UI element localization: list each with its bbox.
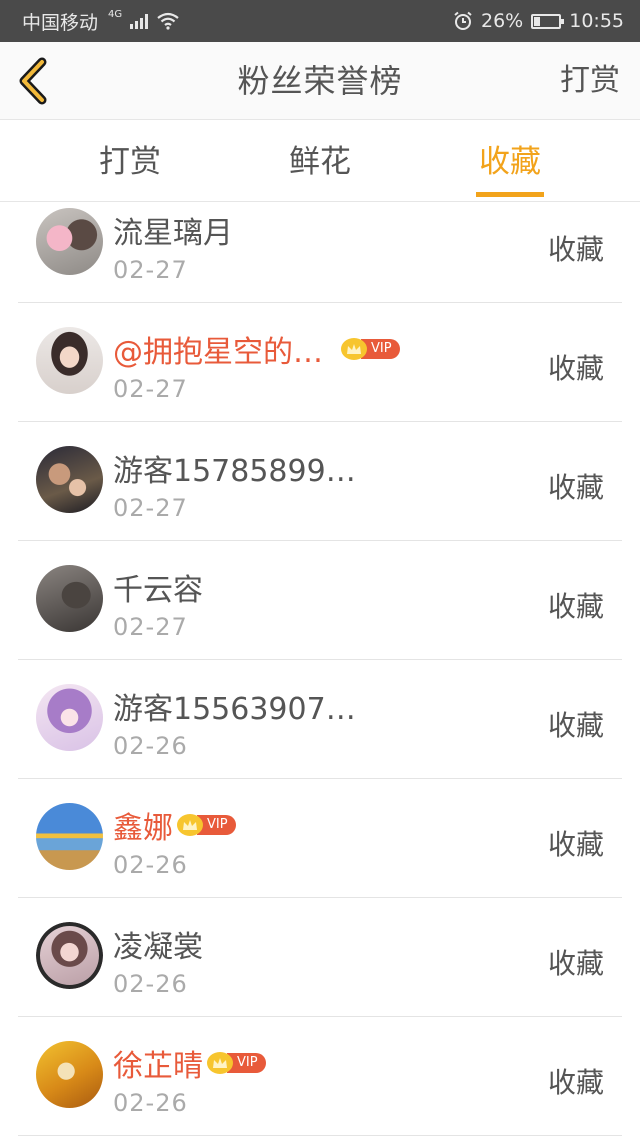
page-title: 粉丝荣誉榜 — [237, 62, 403, 100]
user-name-row: 徐芷晴 VIP — [113, 1041, 266, 1085]
user-name: 鑫娜 — [113, 811, 173, 846]
wifi-icon — [157, 12, 179, 30]
battery-icon — [531, 13, 565, 29]
date: 02-26 — [113, 1089, 188, 1117]
date: 02-27 — [113, 613, 188, 641]
battery-percent: 26% — [481, 10, 524, 32]
gift-type: 收藏 — [547, 1066, 604, 1099]
gift-type: 收藏 — [547, 233, 604, 266]
avatar[interactable] — [36, 446, 103, 513]
user-name-row: @拥抱星空的… VIP — [113, 327, 400, 371]
crown-icon — [341, 338, 367, 360]
user-name: 徐芷晴 — [113, 1049, 203, 1084]
list-item[interactable]: 游客15785899… 02-27 收藏 — [0, 422, 640, 541]
user-name: @拥抱星空的… — [113, 335, 323, 370]
vip-badge: VIP — [177, 814, 236, 836]
avatar[interactable] — [36, 803, 103, 870]
list-item[interactable]: 徐芷晴 VIP 02-26 收藏 — [0, 1017, 640, 1136]
status-bar: 中国移动 4G 26% 10:55 — [0, 0, 640, 42]
date: 02-27 — [113, 256, 188, 284]
user-name: 流星璃月 — [113, 216, 233, 251]
user-name: 游客15563907… — [113, 692, 356, 727]
user-name: 凌凝裳 — [113, 930, 203, 965]
gift-type: 收藏 — [547, 947, 604, 980]
date: 02-27 — [113, 375, 188, 403]
avatar[interactable] — [36, 208, 103, 275]
user-name: 游客15785899… — [113, 454, 356, 489]
avatar[interactable] — [36, 684, 103, 751]
signal-icon — [130, 13, 149, 29]
avatar[interactable] — [36, 922, 103, 989]
crown-icon — [207, 1052, 233, 1074]
reward-button[interactable]: 打赏 — [560, 42, 620, 120]
gift-type: 收藏 — [547, 828, 604, 861]
status-left: 中国移动 4G — [22, 8, 180, 35]
gift-type: 收藏 — [547, 709, 604, 742]
vip-badge: VIP — [341, 338, 400, 360]
divider — [18, 1135, 622, 1136]
gift-type: 收藏 — [547, 590, 604, 623]
list-item[interactable]: 鑫娜 VIP 02-26 收藏 — [0, 779, 640, 898]
date: 02-27 — [113, 494, 188, 522]
status-right: 26% 10:55 — [453, 10, 624, 32]
alarm-icon — [454, 11, 472, 30]
date: 02-26 — [113, 851, 188, 879]
user-name: 千云容 — [113, 573, 203, 608]
title-bar: 粉丝荣誉榜 打赏 — [0, 42, 640, 120]
clock: 10:55 — [569, 10, 624, 32]
carrier-name: 中国移动 — [22, 11, 99, 34]
avatar[interactable] — [36, 1041, 103, 1108]
network-type: 4G — [108, 8, 123, 20]
gift-type: 收藏 — [547, 352, 604, 385]
list-item[interactable]: 千云容 02-27 收藏 — [0, 541, 640, 660]
list-item[interactable]: 流星璃月 02-27 收藏 — [0, 184, 640, 303]
gift-type: 收藏 — [547, 471, 604, 504]
list-item[interactable]: @拥抱星空的… VIP 02-27 收藏 — [0, 303, 640, 422]
avatar[interactable] — [36, 565, 103, 632]
list-item[interactable]: 凌凝裳 02-26 收藏 — [0, 898, 640, 1017]
crown-icon — [177, 814, 203, 836]
vip-badge: VIP — [207, 1052, 266, 1074]
avatar[interactable] — [36, 327, 103, 394]
list-item[interactable]: 游客15563907… 02-26 收藏 — [0, 660, 640, 779]
user-name-row: 鑫娜 VIP — [113, 803, 236, 847]
date: 02-26 — [113, 970, 188, 998]
date: 02-26 — [113, 732, 188, 760]
